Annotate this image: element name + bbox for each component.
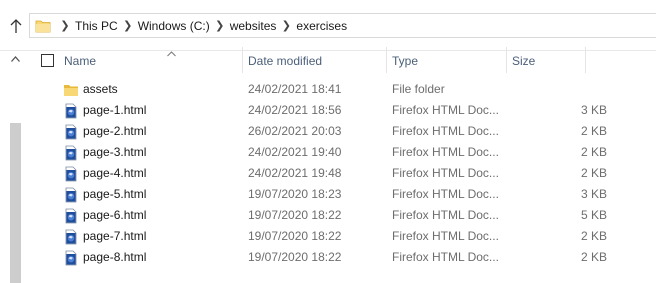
list-item[interactable]: page-6.html 19/07/2020 18:22 Firefox HTM… (30, 205, 656, 226)
firefox-html-file-icon (63, 250, 79, 266)
file-size: 2 KB (580, 250, 607, 264)
file-date-modified: 24/02/2021 19:40 (248, 145, 342, 159)
list-item[interactable]: page-4.html 24/02/2021 19:48 Firefox HTM… (30, 163, 656, 184)
file-name: page-6.html (83, 208, 147, 222)
file-type: Firefox HTML Doc... (392, 208, 499, 222)
file-name: page-1.html (83, 103, 147, 117)
file-type: Firefox HTML Doc... (392, 187, 499, 201)
file-date-modified: 24/02/2021 19:48 (248, 166, 342, 180)
select-all-checkbox[interactable] (41, 54, 54, 67)
firefox-html-file-icon (63, 166, 79, 182)
breadcrumb-this-pc[interactable]: This PC (73, 19, 120, 33)
address-bar-area: ❯ This PC ❯ Windows (C:) ❯ websites ❯ ex… (0, 0, 656, 51)
scroll-up-icon[interactable] (9, 53, 21, 65)
file-name: page-2.html (83, 124, 147, 138)
column-divider[interactable] (585, 47, 586, 73)
file-size: 2 KB (580, 229, 607, 243)
file-date-modified: 24/02/2021 18:56 (248, 103, 342, 117)
list-item[interactable]: page-1.html 24/02/2021 18:56 Firefox HTM… (30, 100, 656, 121)
file-name: page-7.html (83, 229, 147, 243)
column-divider[interactable] (242, 47, 243, 73)
breadcrumb: ❯ This PC ❯ Windows (C:) ❯ websites ❯ ex… (30, 14, 349, 37)
file-date-modified: 26/02/2021 20:03 (248, 124, 342, 138)
file-date-modified: 24/02/2021 18:41 (248, 82, 342, 96)
file-size: 3 KB (580, 103, 607, 117)
address-box[interactable]: ❯ This PC ❯ Windows (C:) ❯ websites ❯ ex… (29, 13, 656, 38)
file-type: Firefox HTML Doc... (392, 229, 499, 243)
file-name: page-3.html (83, 145, 147, 159)
file-name: page-8.html (83, 250, 147, 264)
firefox-html-file-icon (63, 229, 79, 245)
file-name: assets (83, 82, 118, 96)
file-date-modified: 19/07/2020 18:22 (248, 229, 342, 243)
column-header-type[interactable]: Type (392, 54, 418, 69)
column-divider[interactable] (506, 47, 507, 73)
file-size (511, 79, 607, 100)
firefox-html-file-icon (63, 124, 79, 140)
file-name: page-5.html (83, 187, 147, 201)
file-type: Firefox HTML Doc... (392, 166, 499, 180)
firefox-html-file-icon (63, 208, 79, 224)
chevron-right-icon[interactable]: ❯ (212, 19, 228, 32)
chevron-right-icon[interactable]: ❯ (120, 19, 136, 32)
file-type: Firefox HTML Doc... (392, 103, 499, 117)
file-type: Firefox HTML Doc... (392, 145, 499, 159)
file-size: 3 KB (580, 187, 607, 201)
file-type: Firefox HTML Doc... (392, 124, 499, 138)
chevron-right-icon[interactable]: ❯ (57, 19, 73, 32)
file-date-modified: 19/07/2020 18:23 (248, 187, 342, 201)
folder-icon (63, 82, 79, 98)
sort-ascending-icon (167, 46, 176, 60)
up-arrow-icon[interactable] (6, 16, 26, 36)
column-header-size[interactable]: Size (512, 54, 535, 69)
list-item[interactable]: page-8.html 19/07/2020 18:22 Firefox HTM… (30, 247, 656, 268)
file-type: Firefox HTML Doc... (392, 250, 499, 264)
column-header-date-modified[interactable]: Date modified (248, 54, 322, 69)
file-size: 2 KB (580, 166, 607, 180)
file-size: 5 KB (580, 208, 607, 222)
list-item[interactable]: page-5.html 19/07/2020 18:23 Firefox HTM… (30, 184, 656, 205)
file-name: page-4.html (83, 166, 147, 180)
breadcrumb-exercises[interactable]: exercises (294, 19, 349, 33)
list-item[interactable]: assets 24/02/2021 18:41 File folder (30, 79, 656, 100)
breadcrumb-websites[interactable]: websites (228, 19, 279, 33)
file-date-modified: 19/07/2020 18:22 (248, 208, 342, 222)
breadcrumb-windows-c[interactable]: Windows (C:) (136, 19, 212, 33)
list-item[interactable]: page-2.html 26/02/2021 20:03 Firefox HTM… (30, 121, 656, 142)
firefox-html-file-icon (63, 187, 79, 203)
chevron-right-icon[interactable]: ❯ (278, 19, 294, 32)
file-size: 2 KB (580, 124, 607, 138)
file-size: 2 KB (580, 145, 607, 159)
file-date-modified: 19/07/2020 18:22 (248, 250, 342, 264)
column-divider[interactable] (386, 47, 387, 73)
file-type: File folder (392, 82, 445, 96)
folder-icon (35, 19, 51, 33)
list-item[interactable]: page-7.html 19/07/2020 18:22 Firefox HTM… (30, 226, 656, 247)
scrollbar-thumb[interactable] (10, 123, 21, 283)
firefox-html-file-icon (63, 103, 79, 119)
firefox-html-file-icon (63, 145, 79, 161)
column-header-name[interactable]: Name (64, 54, 96, 69)
list-item[interactable]: page-3.html 24/02/2021 19:40 Firefox HTM… (30, 142, 656, 163)
